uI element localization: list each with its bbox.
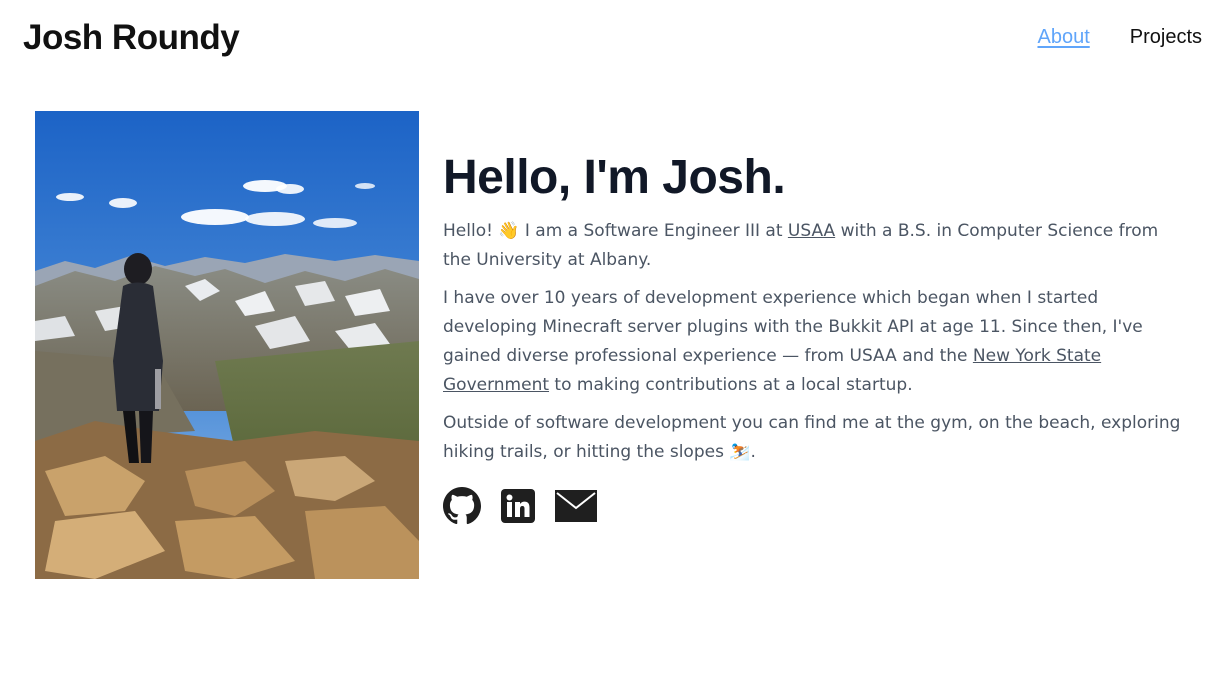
intro-text: Hello! 👋 I am a Software Engineer III at [443, 221, 788, 241]
github-icon [443, 487, 481, 525]
site-title[interactable]: Josh Roundy [23, 18, 240, 58]
experience-paragraph: I have over 10 years of development expe… [443, 284, 1188, 400]
linkedin-icon [501, 489, 535, 523]
github-link[interactable] [443, 487, 481, 530]
intro-paragraph: Hello! 👋 I am a Software Engineer III at… [443, 217, 1188, 275]
linkedin-link[interactable] [501, 489, 535, 528]
experience-text-end: to making contributions at a local start… [549, 375, 913, 395]
main-nav: About Projects [1037, 26, 1202, 49]
profile-photo [35, 111, 419, 579]
page-headline: Hello, I'm Josh. [443, 151, 786, 204]
about-section: Hello, I'm Josh. Hello! 👋 I am a Softwar… [443, 150, 1188, 530]
usaa-link[interactable]: USAA [788, 221, 835, 241]
nav-about[interactable]: About [1037, 26, 1089, 49]
social-links [443, 487, 1188, 530]
email-link[interactable] [555, 490, 597, 527]
nav-projects[interactable]: Projects [1130, 26, 1202, 49]
mail-icon [555, 490, 597, 522]
hobbies-paragraph: Outside of software development you can … [443, 413, 1181, 462]
